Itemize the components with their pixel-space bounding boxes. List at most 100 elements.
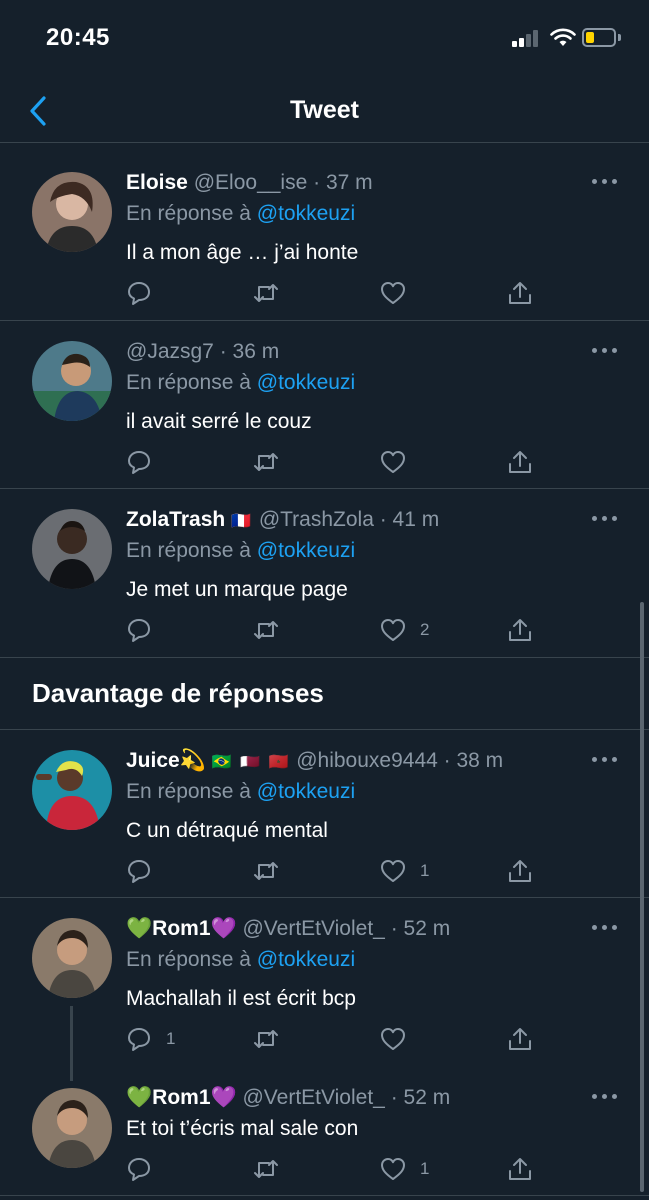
tweet-actions: 2 bbox=[0, 615, 649, 645]
display-name[interactable]: 💚Rom1💜 bbox=[126, 1086, 237, 1109]
like-icon bbox=[381, 619, 405, 641]
retweet-icon bbox=[254, 1160, 278, 1178]
share-icon bbox=[509, 282, 531, 304]
retweet-button[interactable] bbox=[253, 278, 279, 308]
more-icon[interactable] bbox=[592, 925, 618, 939]
share-button[interactable] bbox=[507, 278, 533, 308]
more-icon[interactable] bbox=[592, 1094, 618, 1108]
avatar[interactable] bbox=[32, 509, 112, 589]
share-icon bbox=[509, 1158, 531, 1180]
share-button[interactable] bbox=[507, 447, 533, 477]
tweet[interactable]: ZolaTrash 🇫🇷 @TrashZola · 41 m En répons… bbox=[0, 489, 649, 658]
status-time: 20:45 bbox=[46, 24, 110, 51]
like-icon bbox=[381, 451, 405, 473]
reply-icon bbox=[128, 619, 150, 642]
mention-link[interactable]: @tokkeuzi bbox=[257, 948, 355, 971]
tweet[interactable]: Juice💫 🇧🇷 🇶🇦 🇲🇦 @hibouxe9444 · 38 m En r… bbox=[0, 730, 649, 898]
reply-label: En réponse à bbox=[126, 202, 251, 225]
user-handle[interactable]: @VertEtViolet_ bbox=[242, 917, 384, 940]
reply-count: 1 bbox=[166, 1029, 176, 1048]
more-replies-header: Davantage de réponses bbox=[0, 658, 649, 730]
avatar[interactable] bbox=[32, 172, 112, 252]
like-button[interactable] bbox=[380, 1024, 420, 1054]
tweet-text: Et toi t’écris mal sale con bbox=[126, 1117, 359, 1140]
reply-button[interactable] bbox=[126, 615, 166, 645]
retweet-button[interactable] bbox=[253, 615, 279, 645]
reply-label: En réponse à bbox=[126, 948, 251, 971]
mention-link[interactable]: @tokkeuzi bbox=[257, 371, 355, 394]
share-button[interactable] bbox=[507, 1024, 533, 1054]
mention-link[interactable]: @tokkeuzi bbox=[257, 539, 355, 562]
more-icon[interactable] bbox=[592, 179, 618, 193]
wifi-icon bbox=[550, 28, 576, 46]
more-icon[interactable] bbox=[592, 348, 618, 362]
share-button[interactable] bbox=[507, 1154, 533, 1184]
tweet[interactable]: @Jazsg7 · 36 m En réponse à @tokkeuzi il… bbox=[0, 321, 649, 489]
tweet-header: 💚Rom1💜 @VertEtViolet_ · 52 m bbox=[126, 917, 450, 941]
reply-icon bbox=[128, 860, 150, 883]
like-button[interactable]: 2 bbox=[380, 615, 429, 645]
avatar[interactable] bbox=[32, 341, 112, 421]
section-title: Davantage de réponses bbox=[32, 678, 324, 708]
like-icon bbox=[381, 1028, 405, 1050]
reply-button[interactable] bbox=[126, 447, 166, 477]
reply-button[interactable]: 1 bbox=[126, 1024, 175, 1054]
share-button[interactable] bbox=[507, 856, 533, 886]
tweet-actions: 1 bbox=[0, 1154, 649, 1184]
retweet-icon bbox=[254, 1030, 278, 1048]
tweet-actions bbox=[0, 278, 649, 308]
tweet[interactable]: 💚Rom1💜 @VertEtViolet_ · 52 m En réponse … bbox=[0, 898, 649, 1068]
flag-emoji: 🇫🇷 bbox=[231, 513, 253, 530]
retweet-button[interactable] bbox=[253, 1024, 279, 1054]
retweet-button[interactable] bbox=[253, 856, 279, 886]
share-button[interactable] bbox=[507, 615, 533, 645]
display-name[interactable]: Eloise bbox=[126, 171, 188, 194]
reply-label: En réponse à bbox=[126, 539, 251, 562]
tweet-time: · 36 m bbox=[219, 340, 280, 363]
avatar[interactable] bbox=[32, 918, 112, 998]
display-name[interactable]: Juice💫 bbox=[126, 749, 206, 772]
avatar[interactable] bbox=[32, 750, 112, 830]
tweet-text: C un détraqué mental bbox=[126, 819, 328, 842]
scrollbar[interactable] bbox=[640, 602, 644, 1192]
user-handle[interactable]: @Eloo__ise bbox=[194, 171, 308, 194]
like-button[interactable]: 1 bbox=[380, 856, 429, 886]
reply-label: En réponse à bbox=[126, 780, 251, 803]
retweet-button[interactable] bbox=[253, 447, 279, 477]
mention-link[interactable]: @tokkeuzi bbox=[257, 780, 355, 803]
tweet-time: · 38 m bbox=[443, 749, 504, 772]
like-count: 1 bbox=[420, 1159, 430, 1178]
user-handle[interactable]: @hibouxe9444 bbox=[296, 749, 438, 772]
retweet-icon bbox=[254, 621, 278, 639]
more-icon[interactable] bbox=[592, 757, 618, 771]
share-icon bbox=[509, 619, 531, 641]
mention-link[interactable]: @tokkeuzi bbox=[257, 202, 355, 225]
retweet-button[interactable] bbox=[253, 1154, 279, 1184]
battery-tip bbox=[618, 34, 621, 41]
tweet-header: @Jazsg7 · 36 m bbox=[126, 340, 279, 364]
like-button[interactable] bbox=[380, 447, 420, 477]
tweet-time: · 37 m bbox=[313, 171, 373, 194]
status-bar: 20:45 bbox=[0, 0, 649, 80]
like-button[interactable]: 1 bbox=[380, 1154, 429, 1184]
user-handle[interactable]: @Jazsg7 bbox=[126, 340, 214, 363]
like-button[interactable] bbox=[380, 278, 420, 308]
like-count: 1 bbox=[420, 861, 430, 880]
display-name[interactable]: ZolaTrash bbox=[126, 508, 225, 531]
tweet[interactable]: 💚Rom1💜 @VertEtViolet_ · 52 m Et toi t’éc… bbox=[0, 1068, 649, 1196]
reply-button[interactable] bbox=[126, 856, 166, 886]
display-name[interactable]: 💚Rom1💜 bbox=[126, 917, 237, 940]
reply-button[interactable] bbox=[126, 278, 166, 308]
tweet-text: Machallah il est écrit bcp bbox=[126, 987, 356, 1010]
user-handle[interactable]: @TrashZola bbox=[259, 508, 374, 531]
tweet[interactable]: Eloise @Eloo__ise · 37 m En réponse à @t… bbox=[0, 143, 649, 321]
user-handle[interactable]: @VertEtViolet_ bbox=[242, 1086, 384, 1109]
tweet-header: ZolaTrash 🇫🇷 @TrashZola · 41 m bbox=[126, 508, 439, 532]
more-icon[interactable] bbox=[592, 516, 618, 530]
reply-icon bbox=[128, 1158, 150, 1181]
tweet-actions: 1 bbox=[0, 1024, 649, 1054]
tweet-text: Il a mon âge … j’ai honte bbox=[126, 241, 359, 264]
share-icon bbox=[509, 451, 531, 473]
tweet-time: · 52 m bbox=[390, 1086, 451, 1109]
reply-button[interactable] bbox=[126, 1154, 166, 1184]
